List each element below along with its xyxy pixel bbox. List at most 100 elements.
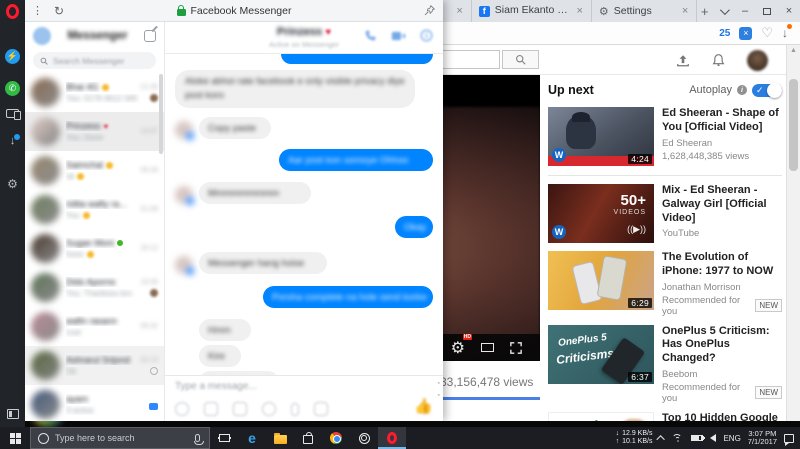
taskbar-app-chrome[interactable] <box>322 427 350 449</box>
info-icon[interactable] <box>420 29 433 42</box>
messenger-sidebar-icon[interactable]: ⚡ <box>5 49 20 64</box>
gif-icon[interactable] <box>204 402 218 416</box>
chat-list-item[interactable]: Sugan Moni hmm 20:12 <box>25 229 164 268</box>
message-bubble[interactable]: Messenger hang hoise <box>199 252 327 274</box>
thumb-text: OnePlus 5 <box>557 331 608 349</box>
youtube-search-button[interactable] <box>502 50 539 69</box>
up-next-video[interactable]: 50+ VIDEOS ((▶)) W Mix - Ed Sheeran - Galway… <box>548 184 782 243</box>
bell-icon[interactable] <box>712 53 725 67</box>
chat-snippet: You: Thanksss bro <box>66 289 140 298</box>
up-next-video[interactable]: W 4:24 Ed Sheeran - Shape of You [Official… <box>548 107 782 166</box>
page-scrollbar[interactable]: ▲ <box>786 45 800 427</box>
sticker-icon[interactable] <box>262 402 276 416</box>
message-bubble[interactable]: Mmmmmmmmm <box>199 182 311 204</box>
message-bubble[interactable]: Kire <box>199 345 241 367</box>
chat-list-item[interactable]: wafin rasann cool 05:32 <box>25 307 164 346</box>
info-icon[interactable]: i <box>737 85 747 95</box>
sidebar-panel-toggle-icon[interactable] <box>6 409 19 419</box>
thumbs-up-icon[interactable]: 👍 <box>414 397 433 415</box>
scrollbar-thumb[interactable] <box>789 79 798 171</box>
desktop: o × f Siam Ekanto - ২০১৭ × ⚙ Settings × … <box>0 0 800 449</box>
theater-mode-icon[interactable] <box>481 343 494 352</box>
chat-list-item[interactable]: Prinzess ♥ You: Done 14:07 <box>25 112 164 151</box>
search-messenger-input[interactable]: Search Messenger <box>33 52 156 69</box>
image-icon[interactable] <box>233 402 247 416</box>
taskbar-app-edge[interactable]: e <box>238 427 266 449</box>
message-bubble[interactable]: Porsha complete na hole send korbo <box>263 286 433 308</box>
duration-badge: 6:29 <box>628 298 652 308</box>
message-bubble[interactable] <box>281 54 433 64</box>
taskbar-search[interactable]: Type here to search <box>30 427 210 449</box>
bookmark-heart-icon[interactable]: ♡ <box>761 25 773 41</box>
whatsapp-sidebar-icon[interactable]: ✆ <box>5 81 20 96</box>
tab-close-icon[interactable]: × <box>455 5 463 17</box>
tab-settings[interactable]: ⚙ Settings × <box>592 0 698 22</box>
menu-dots-icon[interactable]: ⋮ <box>25 4 50 17</box>
tab-close-icon[interactable]: × <box>681 5 689 17</box>
language-indicator[interactable]: ENG <box>723 434 740 443</box>
games-icon[interactable] <box>314 402 328 416</box>
compose-icon[interactable] <box>144 30 156 42</box>
taskbar-app-store[interactable] <box>294 427 322 449</box>
message-bubble[interactable]: Aloke abhoi rate facebook e only visible… <box>175 70 415 108</box>
message-bubble[interactable]: Copy paste <box>199 117 271 139</box>
tab-facebook[interactable]: f Siam Ekanto - ২০১৭ × <box>472 0 592 22</box>
opera-logo-icon[interactable] <box>6 4 19 19</box>
action-center-icon[interactable] <box>784 433 794 446</box>
my-flow-icon[interactable] <box>6 109 21 120</box>
emoji-icon[interactable] <box>175 402 189 416</box>
message-list[interactable]: Aloke abhoi rate facebook e only visible… <box>165 54 443 375</box>
fullscreen-icon[interactable] <box>510 341 522 354</box>
start-button[interactable] <box>0 427 30 449</box>
taskbar-app-file-explorer[interactable] <box>266 427 294 449</box>
upload-icon[interactable] <box>676 54 690 67</box>
chat-list-item[interactable]: Ashrarul Srijond Ok 02:13 <box>25 346 164 385</box>
tab-close-icon[interactable]: × <box>575 5 583 17</box>
message-bubble[interactable]: Hmm <box>199 319 251 341</box>
taskbar-app-opera[interactable] <box>378 427 406 449</box>
chat-list-scrollbar[interactable] <box>159 74 163 154</box>
chat-name-text: ridita wafiy ra... <box>66 199 127 209</box>
downloads-icon[interactable]: ↓ <box>782 24 792 40</box>
heart-emoji: ♥ <box>325 27 332 38</box>
chat-list-item[interactable]: ayam 3 active <box>25 385 164 421</box>
up-next-video[interactable]: OnePlus 5 Criticisms? 6:37 OnePlus 5 Critic… <box>548 324 782 404</box>
composer-side-icons[interactable]: ▪ ▪ <box>438 380 440 399</box>
shield-extension-icon[interactable]: × <box>739 26 753 40</box>
tab-menu-button[interactable] <box>712 0 734 22</box>
message-bubble[interactable]: Okay <box>395 216 433 238</box>
account-avatar[interactable] <box>747 49 768 71</box>
mic-icon[interactable] <box>291 402 299 416</box>
chat-list-item[interactable]: Saimchal ok 05:26 <box>25 151 164 190</box>
up-next-video[interactable]: 6:29 The Evolution of iPhone: 1977 to NOW… <box>548 251 782 317</box>
close-button[interactable]: × <box>778 0 800 22</box>
taskbar-app-task-view[interactable] <box>210 427 238 449</box>
message-input[interactable]: Type a message... <box>175 381 257 392</box>
mic-icon[interactable] <box>193 434 204 445</box>
reload-icon[interactable]: ↻ <box>50 4 68 18</box>
speaker-icon[interactable] <box>701 434 717 442</box>
restore-button[interactable] <box>756 0 778 22</box>
autoplay-toggle[interactable]: ✓ <box>752 82 782 98</box>
pin-icon[interactable] <box>424 5 443 16</box>
voice-call-icon[interactable] <box>364 29 377 42</box>
player-settings-icon[interactable]: ⚙ HD <box>451 333 472 358</box>
taskbar-app-recorder[interactable] <box>350 427 378 449</box>
minimize-button[interactable]: – <box>734 0 756 22</box>
message-bubble[interactable]: Aar post kon somoye Ohhoo <box>279 149 433 171</box>
clock[interactable]: 3:07 PM 7/1/2017 <box>748 429 777 447</box>
chat-avatar <box>31 312 60 341</box>
chat-list-item[interactable]: ridita wafiy ra... You 01:08 <box>25 190 164 229</box>
wifi-icon[interactable] <box>672 433 684 443</box>
video-call-icon[interactable] <box>391 30 406 42</box>
settings-sidebar-icon[interactable]: ⚙ <box>7 177 18 191</box>
tray-expand-icon[interactable] <box>656 435 666 444</box>
scroll-up-arrow[interactable]: ▲ <box>787 47 800 54</box>
video-info: The Evolution of iPhone: 1977 to NOW Jona… <box>654 251 782 317</box>
my-avatar[interactable] <box>33 27 51 45</box>
chat-list-item[interactable]: Bhai 4G You: 0179 4612 345 21:35 <box>25 73 164 112</box>
downloads-sidebar-icon[interactable]: ↓ <box>10 134 20 147</box>
new-tab-button[interactable]: + <box>697 0 712 22</box>
chat-snippet-text: You: 0179 4612 345 <box>66 94 138 103</box>
chat-list-item[interactable]: Dido Aporno You: Thanksss bro 19:35 <box>25 268 164 307</box>
